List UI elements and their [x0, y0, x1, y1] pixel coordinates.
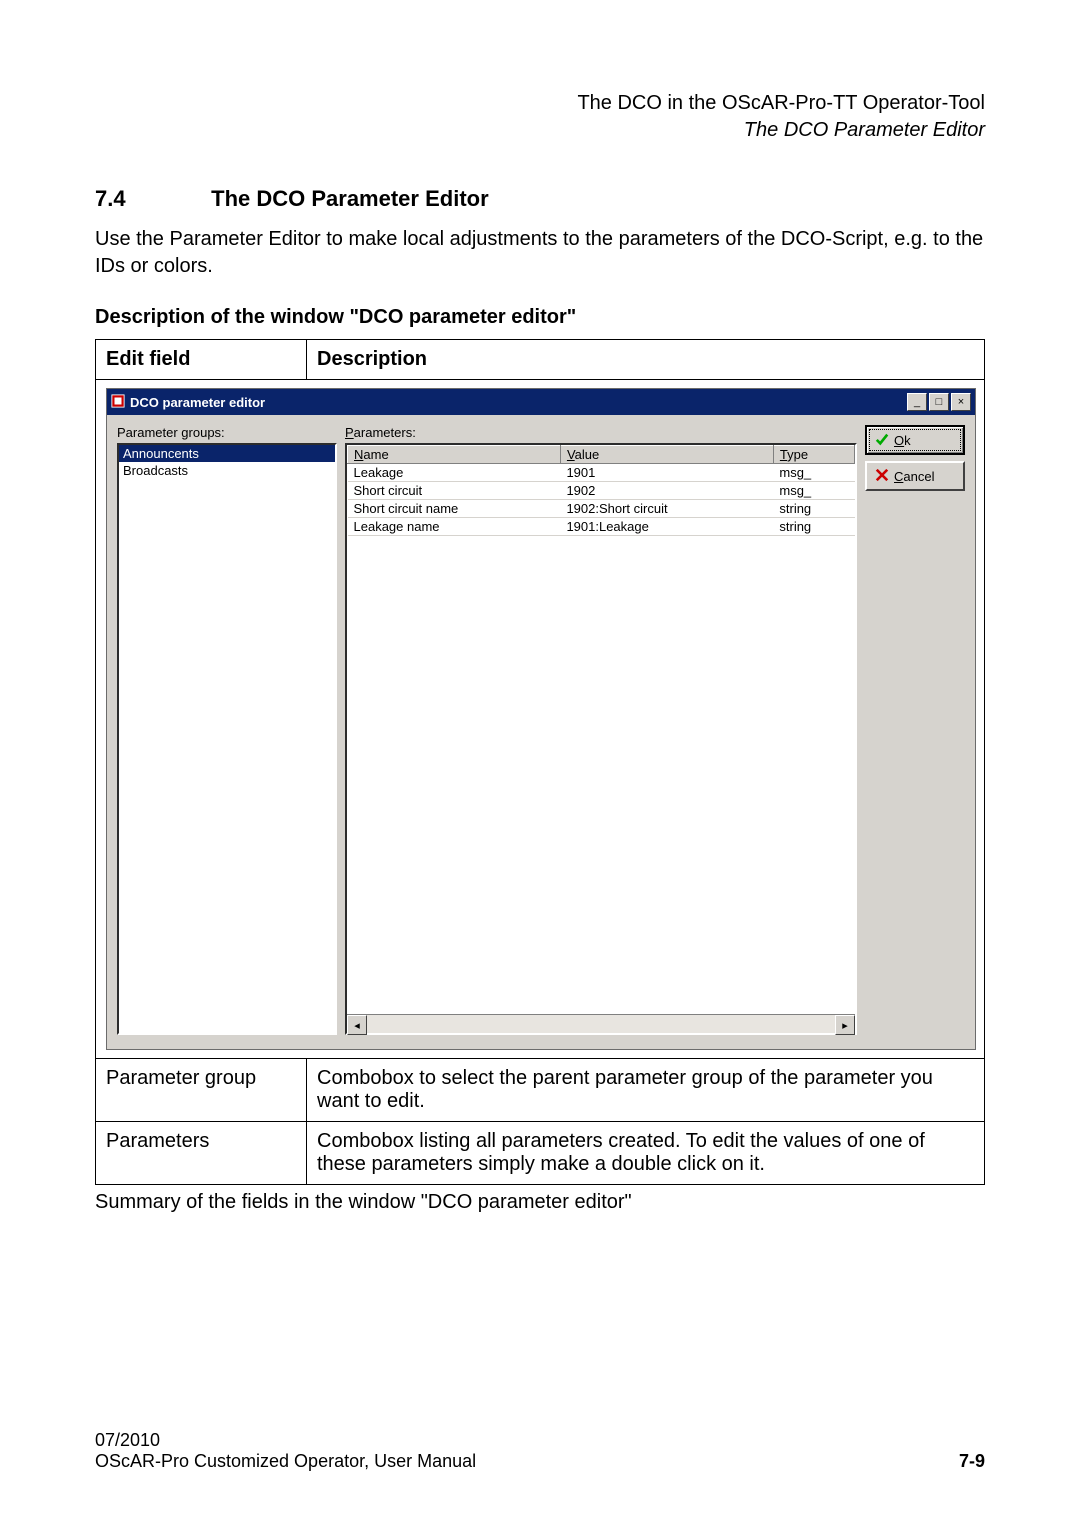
section-title: The DCO Parameter Editor	[211, 186, 489, 211]
table-row[interactable]: Leakage name1901:Leakagestring	[348, 518, 855, 536]
desc-row-field: Parameter group	[96, 1059, 307, 1122]
dco-window: DCO parameter editor _ □ × Parameter gro…	[106, 388, 976, 1050]
col-name[interactable]: Name	[348, 446, 561, 464]
page-number: 7-9	[959, 1451, 985, 1472]
list-item[interactable]: Announcents	[119, 445, 335, 462]
table-caption: Summary of the fields in the window "DCO…	[95, 1191, 985, 1214]
close-button[interactable]: ×	[951, 393, 971, 411]
desc-th-field: Edit field	[96, 340, 307, 380]
header-line2: The DCO Parameter Editor	[95, 117, 985, 144]
check-icon	[875, 432, 889, 449]
col-type[interactable]: Type	[773, 446, 854, 464]
desc-row-desc: Combobox listing all parameters created.…	[307, 1122, 985, 1185]
app-icon	[111, 394, 125, 411]
screenshot-cell: DCO parameter editor _ □ × Parameter gro…	[96, 380, 985, 1059]
table-row[interactable]: Short circuit1902msg_	[348, 482, 855, 500]
desc-row-desc: Combobox to select the parent parameter …	[307, 1059, 985, 1122]
page-footer: 07/2010 OScAR-Pro Customized Operator, U…	[95, 1430, 985, 1472]
description-table: Edit field Description DCO parameter edi…	[95, 339, 985, 1185]
x-icon	[875, 468, 889, 485]
table-row[interactable]: Leakage1901msg_	[348, 464, 855, 482]
scroll-left-icon[interactable]: ◂	[347, 1015, 367, 1035]
col-value[interactable]: Value	[560, 446, 773, 464]
footer-date: 07/2010	[95, 1430, 476, 1451]
cancel-button[interactable]: Cancel	[865, 461, 965, 491]
section-intro: Use the Parameter Editor to make local a…	[95, 226, 985, 280]
table-row[interactable]: Short circuit name1902:Short circuitstri…	[348, 500, 855, 518]
footer-doc: OScAR-Pro Customized Operator, User Manu…	[95, 1451, 476, 1472]
parameters-grid[interactable]: Name Value Type Leakage1901msg_	[345, 443, 857, 1035]
section-subhead: Description of the window "DCO parameter…	[95, 306, 985, 329]
list-item[interactable]: Broadcasts	[119, 462, 335, 479]
scroll-right-icon[interactable]: ▸	[835, 1015, 855, 1035]
desc-th-desc: Description	[307, 340, 985, 380]
page-header: The DCO in the OScAR-Pro-TT Operator-Too…	[95, 90, 985, 144]
parameters-label: Parameters:	[345, 425, 857, 440]
ok-button[interactable]: Ok	[865, 425, 965, 455]
param-groups-listbox[interactable]: Announcents Broadcasts	[117, 443, 337, 1035]
param-groups-label: Parameter groups:	[117, 425, 337, 440]
desc-row-field: Parameters	[96, 1122, 307, 1185]
window-title: DCO parameter editor	[130, 395, 265, 410]
titlebar[interactable]: DCO parameter editor _ □ ×	[107, 389, 975, 415]
minimize-button[interactable]: _	[907, 393, 927, 411]
horizontal-scrollbar[interactable]: ◂ ▸	[347, 1014, 855, 1033]
maximize-button[interactable]: □	[929, 393, 949, 411]
header-line1: The DCO in the OScAR-Pro-TT Operator-Too…	[95, 90, 985, 117]
section-heading: 7.4 The DCO Parameter Editor	[95, 186, 985, 212]
section-number: 7.4	[95, 186, 205, 212]
